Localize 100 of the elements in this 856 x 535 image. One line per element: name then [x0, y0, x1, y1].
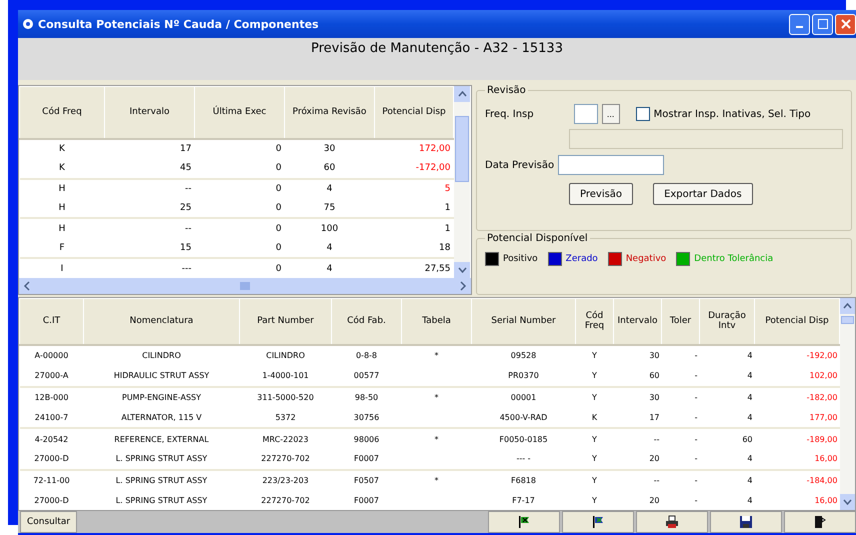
table-cell: REFERENCE, EXTERNAL: [84, 428, 240, 449]
table-cell-text: 4: [746, 494, 754, 507]
table-cell: 17: [104, 138, 194, 159]
column-header[interactable]: Serial Number: [472, 298, 576, 345]
table-cell: 223/23-203: [240, 470, 332, 491]
table-cell: *: [402, 344, 472, 366]
table-cell: CILINDRO: [240, 344, 332, 366]
browse-button[interactable]: ...: [602, 104, 620, 124]
column-header[interactable]: Intervalo: [614, 298, 662, 345]
table-cell: 60: [284, 158, 374, 179]
table-cell: --: [614, 470, 662, 491]
table-cell: --: [104, 218, 194, 238]
table-cell: MRC-22023: [240, 428, 332, 449]
checkbox[interactable]: [636, 107, 650, 121]
column-header[interactable]: Cód Fab.: [332, 298, 402, 345]
vertical-scrollbar[interactable]: [454, 86, 470, 278]
table-cell: 72-11-00: [20, 470, 84, 491]
table-cell: --: [614, 428, 662, 449]
table-cell: Y: [576, 470, 614, 491]
consult-button[interactable]: Consultar: [20, 511, 78, 533]
table-cell: 75: [284, 198, 374, 218]
column-header[interactable]: Intervalo: [104, 86, 194, 139]
legend-label: Positivo: [503, 254, 538, 264]
column-header[interactable]: Tabela: [402, 298, 472, 345]
table-cell: F0007: [332, 448, 402, 470]
table-cell: 4: [700, 386, 754, 408]
toolbar-button[interactable]: [784, 511, 856, 533]
table-cell: 98-50: [332, 386, 402, 408]
table-cell: 60: [614, 366, 662, 387]
door-icon: [813, 515, 827, 529]
column-header[interactable]: Potencial Disp: [374, 86, 454, 139]
scroll-thumb[interactable]: [455, 116, 469, 182]
table-cell: Y: [576, 386, 614, 408]
table-cell: 1: [374, 198, 454, 218]
table-cell: Y: [576, 344, 614, 366]
table-cell: *: [402, 386, 472, 408]
table-cell: 0: [194, 238, 284, 258]
table-cell: *: [402, 470, 472, 491]
table-cell: HIDRAULIC STRUT ASSY: [84, 366, 240, 387]
table-cell: 0: [194, 198, 284, 218]
table-cell: 4: [700, 407, 754, 428]
table-cell: -: [662, 407, 700, 428]
table-cell: H: [20, 218, 104, 238]
table-cell: 4: [700, 470, 754, 491]
flag-icon: [517, 515, 531, 529]
scroll-thumb[interactable]: [240, 282, 250, 290]
table-cell: 17: [614, 407, 662, 428]
column-header[interactable]: Part Number: [240, 298, 332, 345]
table-cell: 4: [700, 448, 754, 470]
table-cell: 45: [104, 158, 194, 179]
close-button[interactable]: [835, 14, 856, 34]
table-cell: F: [20, 238, 104, 258]
table-cell: 18: [374, 238, 454, 258]
table-cell: 15: [104, 238, 194, 258]
table-cell-text: L. SPRING STRUT ASSY: [114, 494, 208, 507]
table-cell-text: Y: [591, 494, 598, 507]
group-title: Revisão: [486, 85, 527, 96]
minimize-button[interactable]: [789, 14, 810, 34]
table-cell: 0: [194, 138, 284, 159]
table-cell: 4500-V-RAD: [472, 407, 576, 428]
column-header[interactable]: Cód Freq: [576, 298, 614, 345]
scroll-thumb[interactable]: [841, 316, 854, 324]
table-cell: 102,00: [754, 366, 840, 387]
column-header[interactable]: C.IT: [20, 298, 84, 345]
table-cell: 311-5000-520: [240, 386, 332, 408]
legend-label: Dentro Tolerância: [694, 254, 774, 264]
column-header[interactable]: Nomenclatura: [84, 298, 240, 345]
column-header[interactable]: Próxima Revisão: [284, 86, 374, 139]
table-cell: 20: [614, 448, 662, 470]
maximize-button[interactable]: [812, 14, 833, 34]
column-header[interactable]: Potencial Disp: [754, 298, 840, 345]
column-header[interactable]: Duração Intv: [700, 298, 754, 345]
toolbar-button[interactable]: [562, 511, 634, 533]
toolbar-button[interactable]: [710, 511, 782, 533]
table-cell: 30756: [332, 407, 402, 428]
table-cell: 60: [700, 428, 754, 449]
column-header[interactable]: Toler: [662, 298, 700, 345]
table-cell: 27000-A: [20, 366, 84, 387]
table-cell: F0507: [332, 470, 402, 491]
vertical-scrollbar[interactable]: [840, 298, 855, 510]
checkbox-label: Mostrar Insp. Inativas, Sel. Tipo: [654, 108, 811, 120]
toolbar-button[interactable]: [636, 511, 708, 533]
action-button[interactable]: Previsão: [569, 183, 634, 205]
horizontal-scrollbar[interactable]: [19, 278, 471, 294]
column-header[interactable]: Cód Freq: [20, 86, 104, 139]
table-cell: 25: [104, 198, 194, 218]
window-title: Consulta Potenciais Nº Cauda / Componentes: [38, 18, 319, 30]
table-cell: 5372: [240, 407, 332, 428]
freq-field[interactable]: [574, 104, 598, 124]
date-field[interactable]: [558, 155, 664, 175]
table-cell: 4-20542: [20, 428, 84, 449]
legend-label: Zerado: [566, 254, 598, 264]
table-cell: Y: [576, 448, 614, 470]
table-cell: 98006: [332, 428, 402, 449]
action-button[interactable]: Exportar Dados: [653, 183, 753, 205]
table-cell: K: [20, 158, 104, 179]
table-cell: PUMP-ENGINE-ASSY: [84, 386, 240, 408]
table-cell: 27000-D: [20, 448, 84, 470]
table-cell: --: [104, 178, 194, 198]
column-header[interactable]: Última Exec: [194, 86, 284, 139]
